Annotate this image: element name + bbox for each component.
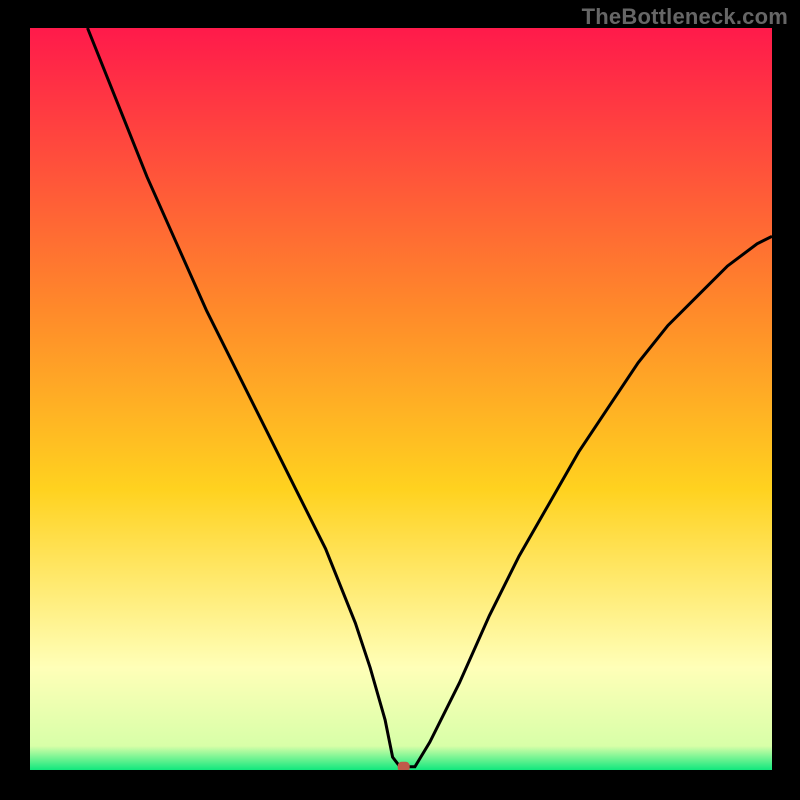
y-axis-line (28, 28, 30, 772)
gradient-background (28, 28, 772, 772)
bottleneck-chart (28, 28, 772, 772)
watermark-text: TheBottleneck.com (582, 4, 788, 30)
x-axis-line (28, 770, 772, 772)
chart-container: TheBottleneck.com (0, 0, 800, 800)
